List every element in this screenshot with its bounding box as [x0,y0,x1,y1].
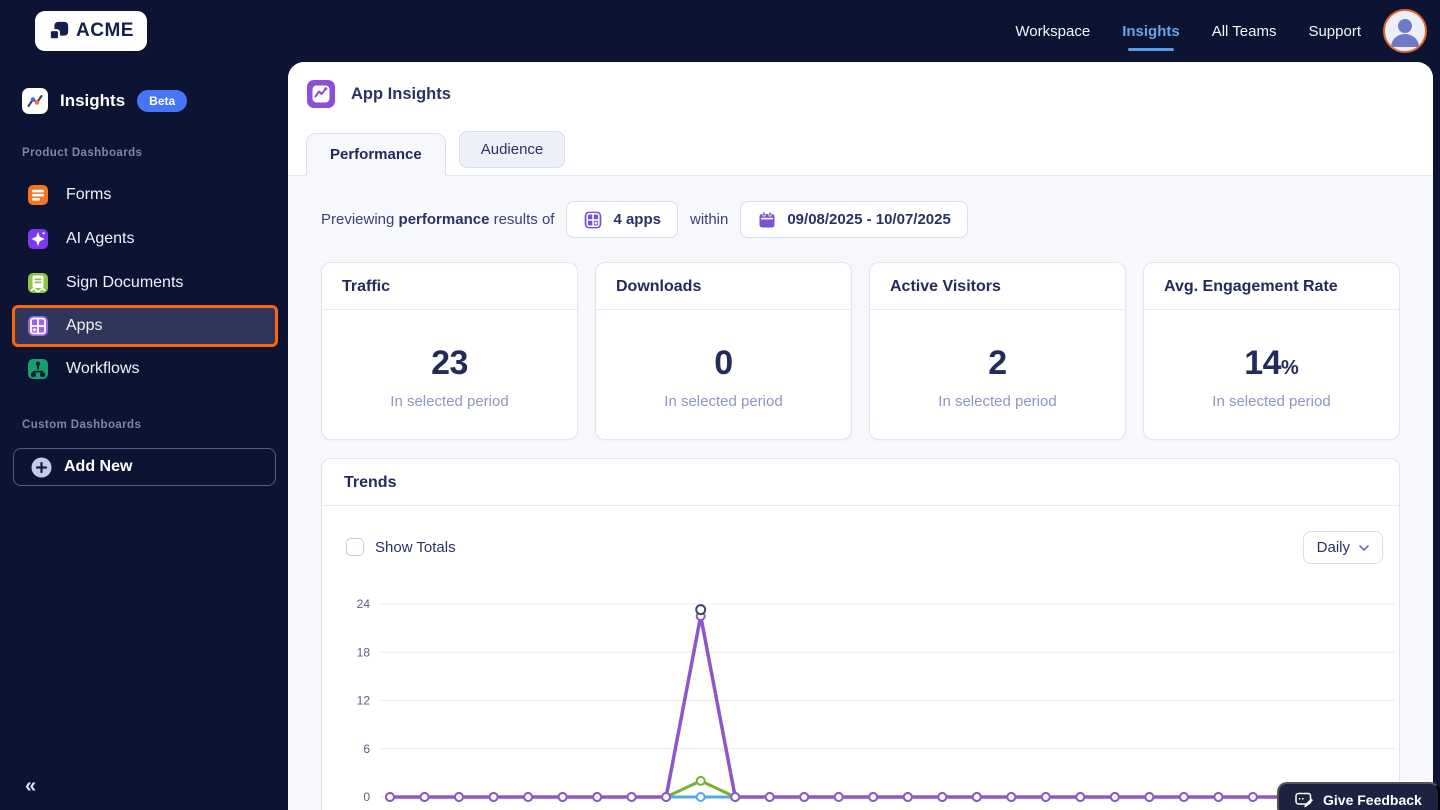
section-product-dashboards: Product Dashboards [22,147,143,159]
stat-title: Active Visitors [870,263,1125,310]
stat-caption: In selected period [664,393,783,410]
sidebar-item-sign-documents[interactable]: Sign Documents [0,261,288,305]
sign-documents-icon [28,273,48,293]
logo-text: ACME [76,20,134,41]
preview-filter-row: Previewing performance results of 4 apps… [321,201,968,238]
tab-performance[interactable]: Performance [306,133,446,176]
show-totals-checkbox[interactable] [346,538,364,556]
apps-filter-button[interactable]: 4 apps [566,201,678,238]
user-avatar[interactable] [1383,9,1427,53]
stat-title: Avg. Engagement Rate [1144,263,1399,310]
sidebar-item-workflows[interactable]: Workflows [0,347,288,391]
insights-chart-icon [22,88,48,114]
sidebar-product-header: Insights Beta [22,88,188,114]
stat-value: 0 [714,344,733,382]
stat-suffix: % [1281,357,1299,379]
stat-card-traffic: Traffic 23 In selected period [321,262,578,440]
stat-card-engagement-rate: Avg. Engagement Rate 14% In selected per… [1143,262,1400,440]
person-icon [1391,19,1419,47]
sidebar-item-label: Workflows [66,360,140,377]
sidebar-item-ai-agents[interactable]: AI Agents [0,217,288,261]
stat-card-downloads: Downloads 0 In selected period [595,262,852,440]
granularity-select[interactable]: Daily [1302,531,1383,564]
stat-caption: In selected period [938,393,1057,410]
page-title: App Insights [351,84,451,103]
tab-audience[interactable]: Audience [458,131,566,168]
beta-badge: Beta [137,90,188,112]
logo-squares-icon [48,21,69,41]
stat-title: Traffic [322,263,577,310]
stat-card-active-visitors: Active Visitors 2 In selected period [869,262,1126,440]
top-navigation: Workspace Insights All Teams Support [1015,0,1361,62]
calendar-icon [759,211,775,227]
main-panel: App Insights Performance Audience Previe… [288,62,1433,810]
sidebar-item-label: Apps [66,317,103,334]
acme-logo[interactable]: ACME [35,11,147,51]
granularity-value: Daily [1316,539,1350,556]
section-custom-dashboards: Custom Dashboards [22,419,142,431]
stats-row: Traffic 23 In selected period Downloads … [321,262,1400,440]
show-totals-toggle[interactable]: Show Totals [346,538,456,556]
stat-value: 23 [431,344,468,382]
nav-link-support[interactable]: Support [1308,23,1361,40]
date-range-button[interactable]: 09/08/2025 - 10/07/2025 [740,201,968,238]
sidebar-item-apps[interactable]: Apps [12,305,278,347]
trends-chart-area: 0 6 12 18 24 [322,589,1401,810]
sidebar-menu: Forms AI Agents Sign Documents Apps Work… [0,173,288,391]
forms-icon [28,185,48,205]
stat-value: 14 [1244,344,1282,382]
sidebar: Insights Beta Product Dashboards Forms A… [0,62,288,810]
stat-value: 2 [988,344,1007,382]
sidebar-item-forms[interactable]: Forms [0,173,288,217]
sidebar-item-label: AI Agents [66,230,135,247]
svg-text:24: 24 [357,597,371,611]
nav-link-all-teams[interactable]: All Teams [1212,23,1277,40]
ai-agents-icon [28,229,48,249]
svg-text:6: 6 [363,742,370,756]
svg-text:18: 18 [357,645,371,659]
sidebar-item-label: Forms [66,186,112,203]
apps-filter-label: 4 apps [613,211,661,228]
page-title-row: App Insights [307,80,451,108]
plus-circle-icon [31,457,52,477]
date-range-label: 09/08/2025 - 10/07/2025 [787,211,951,228]
add-new-label: Add New [64,458,133,475]
workflows-icon [28,359,48,379]
feedback-icon [1295,792,1313,807]
sidebar-item-label: Sign Documents [66,274,184,291]
trends-card: Trends Show Totals Daily 0 6 12 18 24 [321,458,1400,810]
preview-text: Previewing performance results of [321,211,555,228]
chevron-down-icon [1359,544,1369,551]
give-feedback-button[interactable]: Give Feedback [1277,782,1440,810]
svg-text:12: 12 [357,694,371,708]
add-new-button[interactable]: Add New [13,448,276,486]
tabs: Performance Audience [306,131,566,176]
within-label: within [689,211,729,228]
trends-chart: 0 6 12 18 24 [357,597,1396,804]
stat-title: Downloads [596,263,851,310]
stat-caption: In selected period [390,393,509,410]
nav-link-insights[interactable]: Insights [1122,23,1180,40]
show-totals-label: Show Totals [375,538,456,556]
stat-caption: In selected period [1212,393,1331,410]
svg-text:0: 0 [363,790,370,804]
apps-small-icon [585,211,602,228]
sidebar-title: Insights [60,91,126,110]
give-feedback-label: Give Feedback [1323,792,1422,808]
apps-icon [28,316,48,336]
panel-header: App Insights Performance Audience [288,62,1433,176]
app-insights-icon [307,80,335,108]
nav-link-workspace[interactable]: Workspace [1015,23,1090,40]
trends-title: Trends [322,459,1399,506]
sidebar-collapse-icon[interactable]: « [25,775,36,798]
